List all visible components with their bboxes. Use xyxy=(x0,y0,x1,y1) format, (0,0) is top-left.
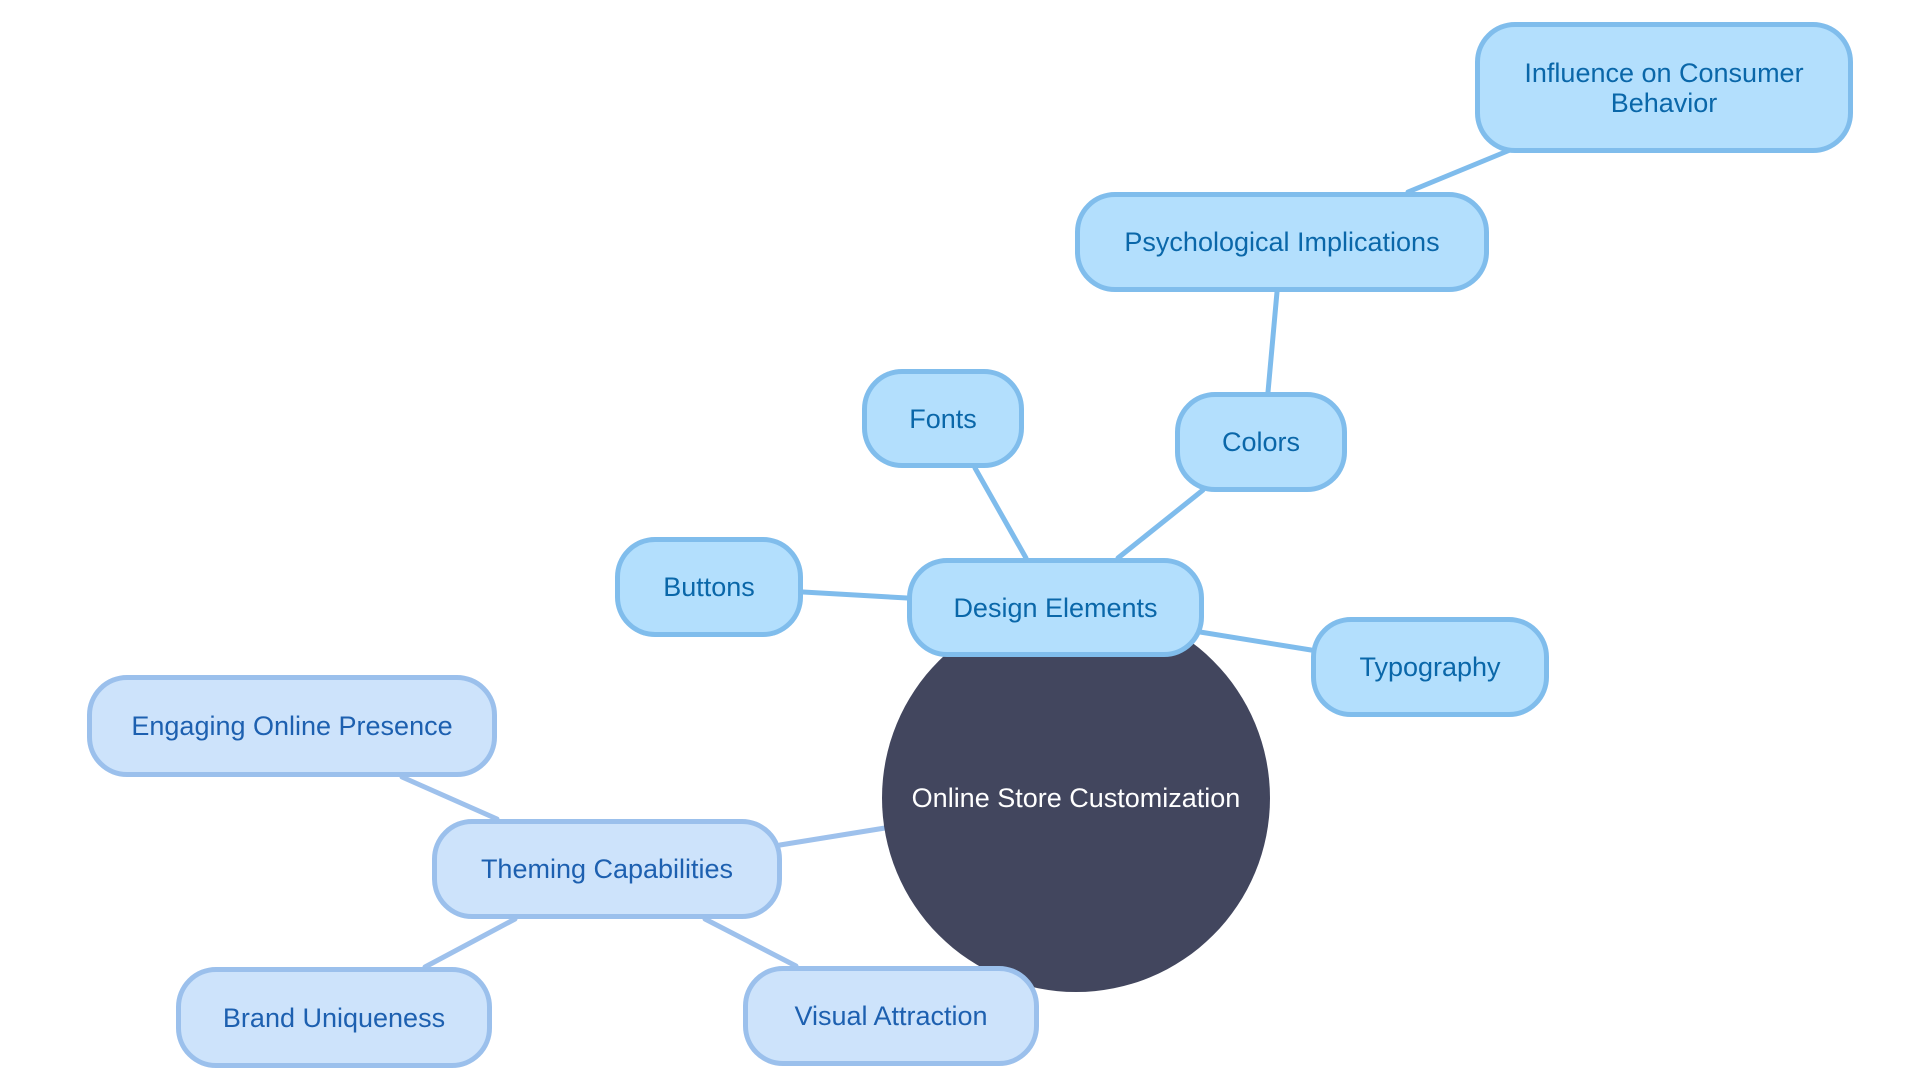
edge-psych-influence xyxy=(1405,147,1513,195)
edge-colors-psych xyxy=(1265,289,1280,395)
node-buttons[interactable]: Buttons xyxy=(615,537,803,637)
edge-theming-visual xyxy=(702,916,799,969)
node-label: Engaging Online Presence xyxy=(131,711,453,741)
node-label: Buttons xyxy=(663,572,755,602)
node-engaging-online-presence[interactable]: Engaging Online Presence xyxy=(87,675,497,777)
node-influence-on-consumer-behavior[interactable]: Influence on Consumer Behavior xyxy=(1475,22,1853,153)
node-brand-uniqueness[interactable]: Brand Uniqueness xyxy=(176,967,492,1068)
edge-design-fonts xyxy=(972,465,1029,561)
edge-theming-engaging xyxy=(399,774,500,822)
edge-design-typography xyxy=(1197,629,1314,653)
node-label: Brand Uniqueness xyxy=(222,1002,446,1033)
edge-theming-brand xyxy=(422,916,518,970)
node-theming-capabilities[interactable]: Theming Capabilities xyxy=(432,819,782,919)
root-label: Online Store Customization xyxy=(911,782,1241,813)
edge-design-buttons xyxy=(800,589,910,601)
node-label: Visual Attraction xyxy=(794,1001,988,1031)
edge-design-colors xyxy=(1115,487,1206,561)
node-fonts[interactable]: Fonts xyxy=(862,369,1024,468)
node-label: Design Elements xyxy=(953,592,1158,623)
node-psychological-implications[interactable]: Psychological Implications xyxy=(1075,192,1489,292)
node-label: Colors xyxy=(1221,427,1301,457)
edge-root-theming xyxy=(777,825,888,848)
node-typography[interactable]: Typography xyxy=(1311,617,1549,717)
node-colors[interactable]: Colors xyxy=(1175,392,1347,492)
node-label: Typography xyxy=(1359,652,1501,682)
node-design-elements[interactable]: Design Elements xyxy=(907,558,1204,657)
node-label: Psychological Implications xyxy=(1124,227,1440,257)
node-label: Fonts xyxy=(909,403,977,434)
node-visual-attraction[interactable]: Visual Attraction xyxy=(743,966,1039,1066)
node-label: Influence on Consumer Behavior xyxy=(1524,57,1804,118)
root-node[interactable]: Online Store Customization xyxy=(882,604,1270,992)
node-label: Theming Capabilities xyxy=(480,854,734,884)
